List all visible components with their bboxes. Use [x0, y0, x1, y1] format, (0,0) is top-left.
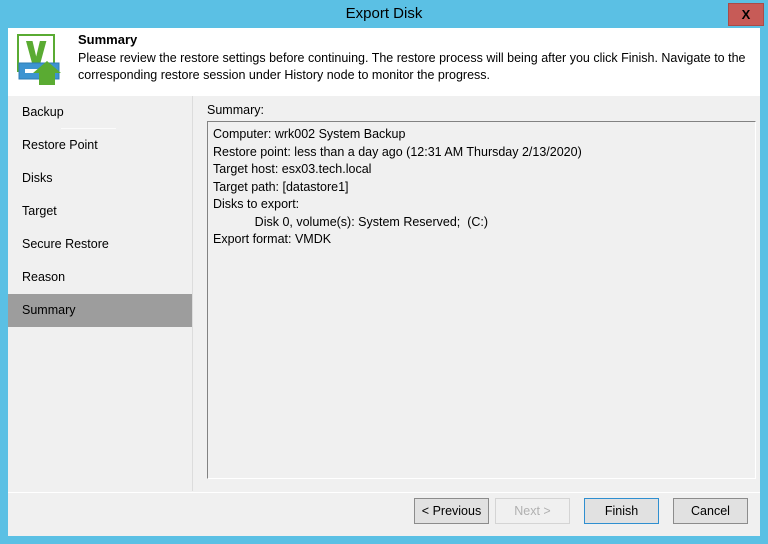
- sidebar-item-restore-point[interactable]: Restore Point: [8, 129, 192, 162]
- title-bar: Export Disk X: [0, 0, 768, 28]
- summary-label: Summary:: [207, 103, 264, 117]
- sidebar-item-summary[interactable]: Summary: [8, 294, 192, 327]
- header-text-group: Summary Please review the restore settin…: [78, 32, 754, 84]
- dialog-header: Summary Please review the restore settin…: [8, 28, 760, 96]
- sidebar-item-label: Reason: [22, 270, 66, 284]
- main-panel: Summary: Computer: wrk002 System Backup …: [193, 96, 760, 491]
- window-title: Export Disk: [345, 5, 423, 22]
- summary-textbox[interactable]: Computer: wrk002 System Backup Restore p…: [207, 121, 756, 479]
- sidebar-item-secure-restore[interactable]: Secure Restore: [8, 228, 192, 261]
- dialog-body: Backup Restore Point Disks Target Secure Res…: [8, 96, 760, 536]
- sidebar-item-label: Summary: [22, 303, 76, 317]
- veeam-export-icon: [14, 32, 72, 90]
- page-title: Summary: [78, 32, 138, 47]
- sidebar-item-label: Restore Point: [22, 138, 98, 152]
- sidebar-item-disks[interactable]: Disks: [8, 162, 192, 195]
- sidebar-item-reason[interactable]: Reason: [8, 261, 192, 294]
- previous-button[interactable]: < Previous: [414, 498, 489, 524]
- finish-button[interactable]: Finish: [584, 498, 659, 524]
- sidebar-item-label: Backup: [22, 105, 64, 119]
- export-disk-dialog: Export Disk X Summary Please review the …: [0, 0, 768, 544]
- wizard-steps-sidebar: Backup Restore Point Disks Target Secure Res…: [8, 96, 192, 491]
- next-button: Next >: [495, 498, 570, 524]
- sidebar-item-target[interactable]: Target: [8, 195, 192, 228]
- summary-content: Computer: wrk002 System Backup Restore p…: [213, 127, 582, 246]
- sidebar-item-label: Disks: [22, 171, 53, 185]
- sidebar-item-backup[interactable]: Backup: [8, 96, 192, 129]
- cancel-button[interactable]: Cancel: [673, 498, 748, 524]
- sidebar-item-label: Target: [22, 204, 57, 218]
- page-description: Please review the restore settings befor…: [78, 51, 746, 82]
- sidebar-item-label: Secure Restore: [22, 237, 109, 251]
- dialog-footer: < Previous Next > Finish Cancel: [8, 493, 760, 536]
- close-icon[interactable]: X: [728, 3, 764, 26]
